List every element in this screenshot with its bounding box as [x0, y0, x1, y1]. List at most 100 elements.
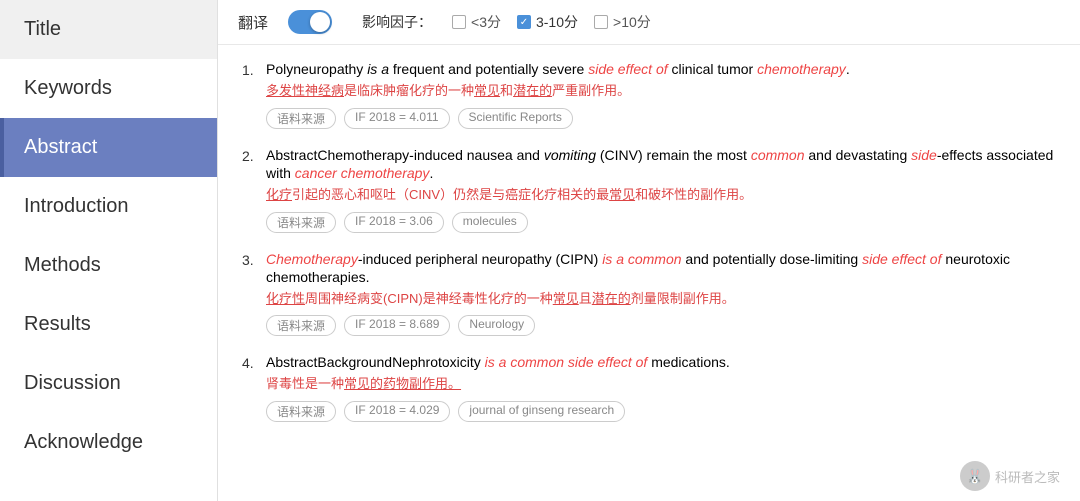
tag-source: 语料来源: [266, 212, 336, 233]
entry-text-part: vomiting: [544, 147, 596, 163]
entry-text-part: -induced peripheral neuropathy (CIPN): [358, 251, 602, 267]
entry-text-part: side: [911, 147, 937, 163]
entry-text-part: Chemotherapy: [266, 251, 358, 267]
sidebar-item-methods[interactable]: Methods: [0, 236, 217, 295]
watermark: 🐰 科研者之家: [960, 461, 1060, 491]
checkbox-lt3[interactable]: [452, 15, 466, 29]
tag-if: IF 2018 = 3.06: [344, 212, 444, 233]
filter-gt10[interactable]: >10分: [594, 12, 651, 32]
watermark-icon: 🐰: [960, 461, 990, 491]
sidebar-item-introduction[interactable]: Introduction: [0, 177, 217, 236]
entry-body-3: Chemotherapy-induced peripheral neuropat…: [266, 251, 1056, 337]
entry-text-part: is a common: [602, 251, 681, 267]
entry-text-part: side effect of: [588, 61, 667, 77]
tag-journal: journal of ginseng research: [458, 401, 625, 422]
cn-text-part: 和: [500, 83, 513, 98]
entry-body-4: AbstractBackgroundNephrotoxicity is a co…: [266, 354, 1056, 422]
entry-tags-3: 语料来源 IF 2018 = 8.689 Neurology: [266, 315, 1056, 336]
entry-text-part: side effect of: [862, 251, 941, 267]
entry-text-part: AbstractBackgroundNephrotoxicity: [266, 354, 485, 370]
tag-journal: Neurology: [458, 315, 535, 336]
cn-text-part: 化疗: [266, 187, 292, 202]
entry-3: 3.Chemotherapy-induced peripheral neurop…: [242, 251, 1056, 337]
filter-3to10[interactable]: 3-10分: [517, 12, 578, 32]
checkbox-gt10[interactable]: [594, 15, 608, 29]
tag-source: 语料来源: [266, 315, 336, 336]
toolbar: 翻译 影响因子： <3分 3-10分 >10分: [218, 0, 1080, 45]
entry-tags-1: 语料来源 IF 2018 = 4.011 Scientific Reports: [266, 108, 1056, 129]
entry-row-4: 4.AbstractBackgroundNephrotoxicity is a …: [242, 354, 1056, 422]
tag-source: 语料来源: [266, 108, 336, 129]
entry-cn-4: 肾毒性是一种常见的药物副作用。: [266, 374, 1056, 395]
cn-text-part: 潜在的: [513, 83, 552, 98]
sidebar-item-discussion[interactable]: Discussion: [0, 354, 217, 413]
sidebar-item-title[interactable]: Title: [0, 0, 217, 59]
entry-cn-2: 化疗引起的恶心和呕吐（CINV）仍然是与癌症化疗相关的最常见和破坏性的副作用。: [266, 185, 1056, 206]
entry-num-1: 1.: [242, 61, 266, 129]
entry-en-2: AbstractChemotherapy-induced nausea and …: [266, 147, 1056, 183]
entry-text-part: common: [751, 147, 805, 163]
entry-text-part: chemotherapy: [757, 61, 846, 77]
tag-if: IF 2018 = 4.029: [344, 401, 450, 422]
cn-text-part: 潜在的: [592, 291, 631, 306]
entry-4: 4.AbstractBackgroundNephrotoxicity is a …: [242, 354, 1056, 422]
cn-text-part: 药物副作用。: [383, 376, 461, 391]
cn-text-part: 化疗性: [266, 291, 305, 306]
entry-text-part: Polyneuropathy: [266, 61, 367, 77]
entry-en-4: AbstractBackgroundNephrotoxicity is a co…: [266, 354, 1056, 372]
sidebar-item-acknowledge[interactable]: Acknowledge: [0, 413, 217, 472]
translate-toggle[interactable]: [288, 10, 332, 34]
filter-label-3to10: 3-10分: [536, 12, 578, 32]
entry-cn-3: 化疗性周围神经病变(CIPN)是神经毒性化疗的一种常见且潜在的剂量限制副作用。: [266, 289, 1056, 310]
entry-body-2: AbstractChemotherapy-induced nausea and …: [266, 147, 1056, 233]
sidebar: TitleKeywordsAbstractIntroductionMethods…: [0, 0, 218, 501]
cn-text-part: 引起的恶心和呕吐（CINV）仍然是与癌症化疗相关的最: [292, 187, 609, 202]
cn-text-part: 常见: [474, 83, 500, 98]
entry-text-part: is a common side effect of: [485, 354, 648, 370]
filter-group: <3分 3-10分 >10分: [452, 12, 651, 32]
tag-if: IF 2018 = 4.011: [344, 108, 450, 129]
checkbox-3to10[interactable]: [517, 15, 531, 29]
entry-text-part: medications.: [647, 354, 729, 370]
cn-text-part: 常见的: [344, 376, 383, 391]
main-panel: 翻译 影响因子： <3分 3-10分 >10分 1.Polyneuropathy is …: [218, 0, 1080, 501]
cn-text-part: 严重副作用。: [552, 83, 630, 98]
cn-text-part: 肾毒性是一种: [266, 376, 344, 391]
cn-text-part: 剂量限制副作用。: [631, 291, 735, 306]
tag-if: IF 2018 = 8.689: [344, 315, 450, 336]
entry-text-part: AbstractChemotherapy-induced nausea and: [266, 147, 544, 163]
entry-row-3: 3.Chemotherapy-induced peripheral neurop…: [242, 251, 1056, 337]
entry-text-part: .: [429, 165, 433, 181]
tag-journal: Scientific Reports: [458, 108, 573, 129]
entry-en-1: Polyneuropathy is a frequent and potenti…: [266, 61, 1056, 79]
filter-label-lt3: <3分: [471, 12, 501, 32]
entry-1: 1.Polyneuropathy is a frequent and poten…: [242, 61, 1056, 129]
entry-text-part: (CINV) remain the most: [596, 147, 751, 163]
impact-label: 影响因子：: [362, 12, 432, 32]
entry-row-2: 2.AbstractChemotherapy-induced nausea an…: [242, 147, 1056, 233]
translate-label: 翻译: [238, 12, 268, 33]
sidebar-item-results[interactable]: Results: [0, 295, 217, 354]
entry-text-part: .: [846, 61, 850, 77]
sidebar-item-keywords[interactable]: Keywords: [0, 59, 217, 118]
entry-text-part: clinical tumor: [668, 61, 757, 77]
cn-text-part: 常见: [553, 291, 579, 306]
sidebar-item-abstract[interactable]: Abstract: [0, 118, 217, 177]
entry-cn-1: 多发性神经病是临床肿瘤化疗的一种常见和潜在的严重副作用。: [266, 81, 1056, 102]
entry-num-3: 3.: [242, 251, 266, 337]
entry-2: 2.AbstractChemotherapy-induced nausea an…: [242, 147, 1056, 233]
entry-text-part: cancer chemotherapy: [295, 165, 430, 181]
cn-text-part: 周围神经病变(CIPN)是神经毒性化疗的一种: [305, 291, 553, 306]
entry-text-part: and devastating: [805, 147, 912, 163]
cn-text-part: 常见: [609, 187, 635, 202]
cn-text-part: 多发性神经病: [266, 83, 344, 98]
content-area: 1.Polyneuropathy is a frequent and poten…: [218, 45, 1080, 501]
entry-text-part: is a: [367, 61, 389, 77]
tag-source: 语料来源: [266, 401, 336, 422]
entry-text-part: frequent and potentially severe: [389, 61, 588, 77]
entry-en-3: Chemotherapy-induced peripheral neuropat…: [266, 251, 1056, 287]
entry-num-4: 4.: [242, 354, 266, 422]
watermark-text: 科研者之家: [995, 467, 1060, 486]
filter-lt3[interactable]: <3分: [452, 12, 501, 32]
cn-text-part: 和破坏性的副作用。: [635, 187, 752, 202]
